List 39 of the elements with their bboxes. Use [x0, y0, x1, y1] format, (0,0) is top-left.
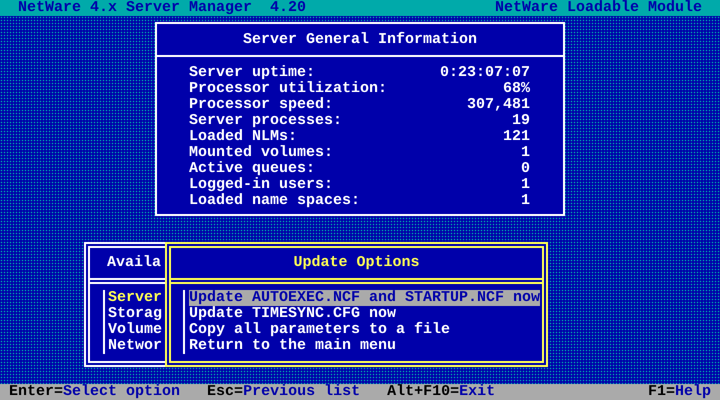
- menu-item[interactable]: Networ: [108, 338, 162, 354]
- key-label: F1=: [648, 384, 675, 400]
- menu-item[interactable]: Server: [108, 290, 162, 306]
- menu-item[interactable]: Volume: [108, 322, 162, 338]
- info-value: 1: [520, 145, 530, 161]
- action-label: Select option: [63, 384, 180, 400]
- menu-item[interactable]: Update TIMESYNC.CFG now: [189, 306, 396, 322]
- info-label: Loaded NLMs:: [189, 129, 298, 145]
- module-label: NetWare Loadable Module: [494, 0, 702, 16]
- info-label: Server uptime:: [189, 65, 316, 81]
- action-label: Previous list: [243, 384, 360, 400]
- info-label: Logged-in users:: [189, 177, 334, 193]
- info-value: 121: [502, 129, 530, 145]
- menu-title: Availa: [107, 255, 162, 271]
- info-value: 1: [520, 177, 530, 193]
- info-value: 307,481: [466, 97, 530, 113]
- action-label: Help: [674, 384, 711, 400]
- info-label: Processor speed:: [189, 97, 334, 113]
- menu-item[interactable]: Return to the main menu: [189, 338, 396, 354]
- info-label: Loaded name spaces:: [189, 193, 360, 209]
- app-title: NetWare 4.x Server Manager 4.20: [18, 0, 306, 16]
- info-label: Processor utilization:: [189, 81, 388, 97]
- info-value: 19: [512, 113, 530, 129]
- action-label: Exit: [459, 384, 496, 400]
- menu-item[interactable]: Storag: [108, 306, 162, 322]
- info-label: Active queues:: [189, 161, 316, 177]
- info-value: 0: [520, 161, 530, 177]
- window-title: Server General Information: [242, 32, 478, 48]
- key-label: Enter=: [9, 384, 64, 400]
- info-value: 0:23:07:07: [440, 65, 530, 81]
- menu-item[interactable]: Copy all parameters to a file: [189, 322, 450, 338]
- key-label: Esc=: [207, 384, 244, 400]
- info-value: 1: [520, 193, 530, 209]
- menu-title: Update Options: [293, 255, 420, 271]
- info-label: Server processes:: [189, 113, 342, 129]
- menu-item[interactable]: Update AUTOEXEC.NCF and STARTUP.NCF now: [189, 290, 540, 306]
- key-label: Alt+F10=: [387, 384, 460, 400]
- info-label: Mounted volumes:: [189, 145, 334, 161]
- info-value: 68%: [502, 81, 530, 97]
